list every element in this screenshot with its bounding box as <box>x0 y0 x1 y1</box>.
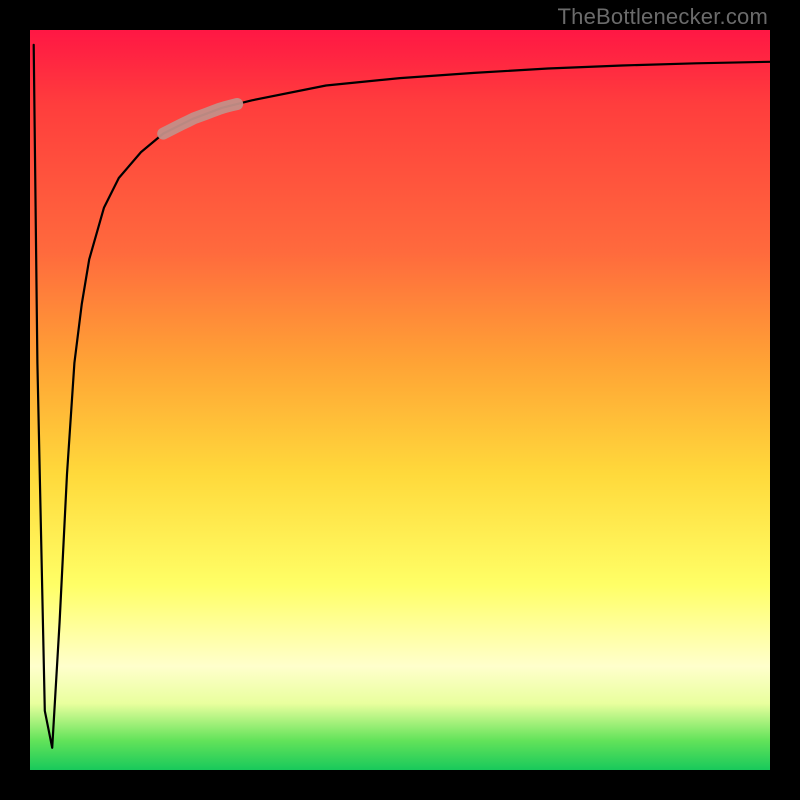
bottleneck-curve <box>34 45 770 748</box>
attribution-label: TheBottlenecker.com <box>558 4 768 30</box>
chart-frame: TheBottlenecker.com <box>0 0 800 800</box>
curve-highlight-icon <box>163 104 237 134</box>
curve-layer <box>30 30 770 770</box>
plot-area <box>30 30 770 770</box>
